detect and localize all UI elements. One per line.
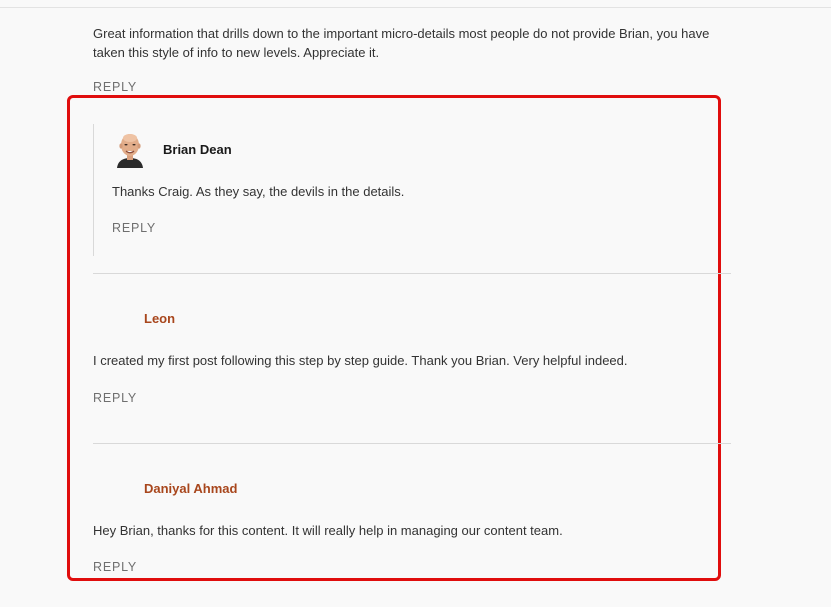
highlight-annotation-box bbox=[67, 95, 721, 581]
brian-dean-avatar bbox=[117, 134, 143, 168]
comment-text-daniyal-ahmad: Hey Brian, thanks for this content. It w… bbox=[93, 523, 563, 538]
reply-link-craig[interactable]: REPLY bbox=[93, 80, 137, 94]
comment-separator bbox=[93, 443, 731, 444]
comment-text-brian-dean: Thanks Craig. As they say, the devils in… bbox=[112, 184, 405, 199]
comment-author-leon[interactable]: Leon bbox=[144, 311, 175, 326]
comment-text-leon: I created my first post following this s… bbox=[93, 353, 628, 368]
top-divider bbox=[0, 7, 831, 8]
reply-link-brian-dean[interactable]: REPLY bbox=[112, 221, 156, 235]
comment-author-brian-dean: Brian Dean bbox=[163, 142, 232, 157]
reply-link-daniyal-ahmad[interactable]: REPLY bbox=[93, 560, 137, 574]
nested-reply-indent-line bbox=[93, 124, 94, 256]
comment-separator bbox=[93, 273, 731, 274]
comment-author-daniyal-ahmad[interactable]: Daniyal Ahmad bbox=[144, 481, 237, 496]
comment-text-craig: Great information that drills down to th… bbox=[93, 26, 710, 60]
reply-link-leon[interactable]: REPLY bbox=[93, 391, 137, 405]
